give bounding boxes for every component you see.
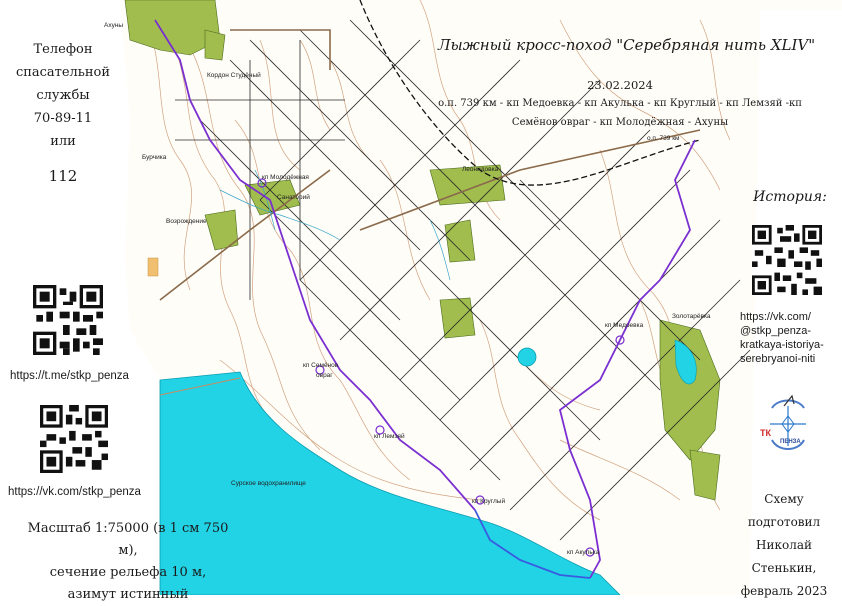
scale-line: Масштаб 1:75000 (в 1 см 750 м),	[27, 521, 229, 558]
event-date: 23.02.2024	[587, 78, 653, 92]
history-url-line: kratkaya-istoriya-	[740, 339, 824, 351]
author-block: Схему подготовил Николай Стенькин, февра…	[728, 488, 840, 603]
label-kordon: Кордон Студёный	[207, 72, 261, 79]
route-description-line2: Семёнов овраг - кп Молодёжная - Ахуны	[511, 117, 729, 128]
emergency-number: 112	[48, 167, 78, 185]
open-field	[147, 257, 159, 277]
history-qr-code[interactable]	[752, 225, 822, 295]
label-sanatorii: Санаторий	[277, 194, 310, 201]
label-cp-krugly: кп Круглый	[472, 498, 506, 505]
rescue-line: спасательной	[15, 65, 111, 80]
history-url-line: serebryanoi-niti	[740, 353, 816, 365]
label-vozrozhdenie: Возрождение	[166, 218, 207, 225]
label-akhuny: Ахуны	[104, 22, 124, 29]
label-leonidovka: Леонидовка	[462, 166, 499, 173]
label-semenov-ovrag: овраг	[316, 372, 333, 379]
author-line: Николай Стенькин,	[751, 538, 817, 575]
author-line: февраль 2023	[740, 584, 828, 598]
history-url-line: https://vk.com/	[740, 311, 811, 323]
author-line: Схему подготовил	[747, 492, 821, 529]
label-burchika: Бурчика	[142, 154, 167, 161]
rescue-line: Телефон	[33, 42, 93, 57]
scale-line: сечение рельефа 10 м,	[49, 565, 207, 580]
scale-block: Масштаб 1:75000 (в 1 см 750 м), сечение …	[18, 518, 238, 606]
telegram-qr-code[interactable]	[33, 285, 103, 355]
history-link[interactable]: https://vk.com/ @stkp_penza- kratkaya-is…	[740, 310, 840, 366]
label-reservoir: Сурское водохранилище	[231, 480, 306, 487]
history-url-line: @stkp_penza-	[740, 325, 812, 337]
small-lake	[517, 347, 537, 367]
logo-subtext: ПЕНЗА	[780, 439, 801, 445]
vk-link[interactable]: https://vk.com/stkp_penza	[8, 486, 141, 498]
route-description-line1: о.п. 739 км - кп Медоевка - кп Акулька -…	[438, 98, 802, 109]
label-cp-lemzyai: кп Лемзяй	[374, 433, 405, 440]
logo-text: ТК	[760, 428, 771, 438]
telegram-link[interactable]: https://t.me/stkp_penza	[10, 370, 129, 382]
label-cp-akulka: кп Акулька	[567, 549, 600, 556]
label-cp-medoevka: кп Медоевка	[605, 322, 644, 329]
club-logo: ТК ПЕНЗА	[760, 394, 806, 450]
vk-qr-code[interactable]	[40, 405, 108, 473]
scale-line: азимут истинный	[67, 587, 189, 602]
page-title: Лыжный кросс-поход "Серебряная нить XLIV…	[438, 36, 816, 54]
rescue-line: 70-89-11	[33, 111, 93, 126]
rescue-line: службы	[36, 88, 90, 103]
rescue-phone-block: Телефон спасательной службы 70-89-11 или…	[8, 38, 118, 188]
label-op739: о.п. 739 км	[647, 135, 680, 142]
label-cp-molodezhnaya: кп Молодёжная	[262, 174, 309, 181]
label-cp-semenov: кп Семёнов	[303, 362, 339, 369]
label-zolotarevka: Золотарёвка	[672, 313, 711, 320]
history-title: История:	[753, 189, 827, 205]
rescue-line: или	[50, 134, 76, 149]
